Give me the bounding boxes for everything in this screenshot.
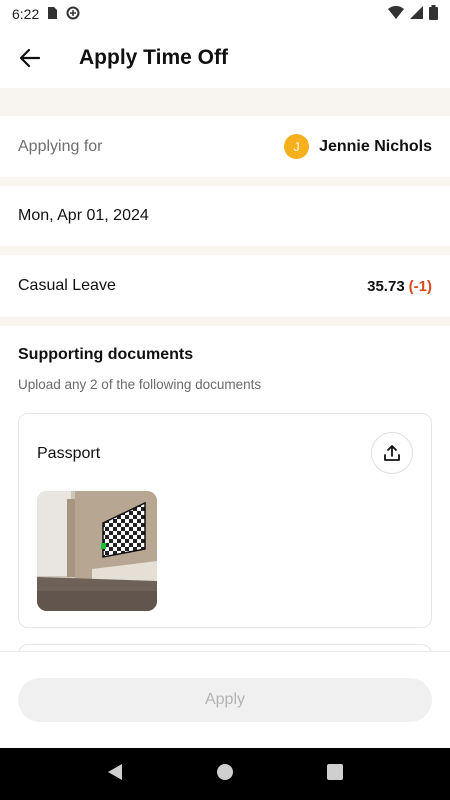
document-card-passport: Passport [18,413,432,628]
section-divider [0,177,450,186]
back-button[interactable] [0,28,60,88]
leave-date: Mon, Apr 01, 2024 [18,207,149,224]
app-bar: Apply Time Off [0,28,450,88]
arrow-left-icon [20,49,40,67]
sim-card-icon [47,6,58,23]
employee-name: Jennie Nichols [319,137,432,155]
status-bar: 6:22 [0,0,450,28]
nav-home-icon[interactable] [216,763,234,786]
battery-icon [429,5,438,23]
room-photo-image [37,491,157,611]
selected-employee[interactable]: J Jennie Nichols [284,134,432,159]
supporting-documents-section: Supporting documents Upload any 2 of the… [0,326,450,664]
apply-button[interactable]: Apply [18,678,432,722]
leave-balance-delta: (-1) [408,277,432,295]
cell-signal-icon [410,6,423,22]
wifi-icon [388,5,404,22]
date-row[interactable]: Mon, Apr 01, 2024 [0,186,450,246]
leave-balance: 35.73 (-1) [367,278,432,295]
document-label: Passport [37,445,101,462]
upload-icon [384,445,400,461]
leave-balance-value: 35.73 [367,277,405,295]
section-title: Supporting documents [18,346,194,363]
nav-back-icon[interactable] [107,763,123,786]
footer: Apply [0,651,450,748]
applying-for-row[interactable]: Applying for J Jennie Nichols [0,116,450,177]
leave-type-row[interactable]: Casual Leave 35.73 (-1) [0,255,450,317]
page-title: Apply Time Off [79,46,228,69]
data-saver-icon [66,6,80,23]
section-divider [0,246,450,255]
upload-button[interactable] [371,432,413,474]
avatar: J [284,134,310,159]
nav-recents-icon[interactable] [327,763,344,785]
leave-type: Casual Leave [18,277,116,294]
system-navigation-bar [0,748,450,800]
section-divider [0,88,450,116]
status-time: 6:22 [12,6,40,22]
uploaded-document-thumbnail[interactable] [37,491,157,611]
section-subtitle: Upload any 2 of the following documents [18,377,262,392]
section-divider [0,317,450,326]
applying-for-label: Applying for [18,137,103,155]
